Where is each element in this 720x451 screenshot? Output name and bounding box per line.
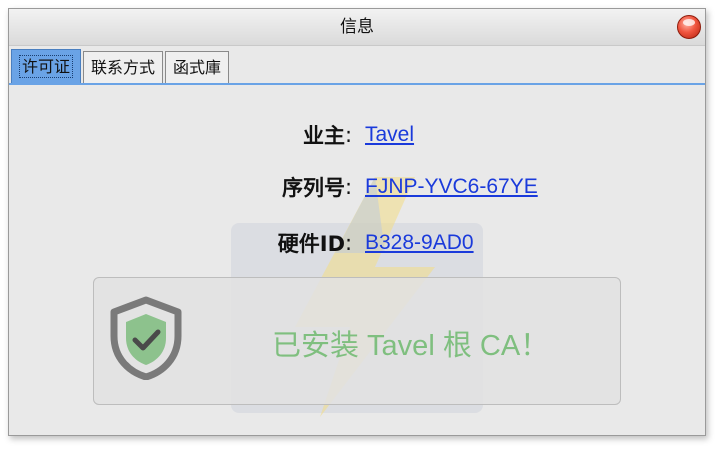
serial-label: 序列号 [282, 176, 345, 200]
serial-link[interactable]: FJNP-YVC6-67YE [365, 175, 538, 199]
close-icon [683, 19, 695, 26]
tab-license-label: 许可证 [19, 55, 74, 78]
shield-check-icon [110, 296, 182, 380]
title-bar[interactable]: 信息 [9, 9, 705, 46]
ca-installed-notice: 已安装 Tavel 根 CA！ [93, 277, 621, 405]
hardware-row: 硬件ID : B328-9AD0 [9, 223, 474, 263]
info-window: 信息 许可证 联系方式 函式庫 业主 : Tavel 序列号 : FJNP-YV… [8, 8, 706, 436]
tab-libraries[interactable]: 函式庫 [165, 51, 230, 83]
hardware-separator: : [345, 231, 353, 255]
hardware-link[interactable]: B328-9AD0 [365, 231, 474, 255]
tab-contact[interactable]: 联系方式 [83, 51, 164, 83]
owner-row: 业主 : Tavel [9, 115, 414, 155]
serial-row: 序列号 : FJNP-YVC6-67YE [9, 167, 538, 207]
owner-separator: : [345, 123, 353, 147]
close-button[interactable] [677, 15, 701, 39]
owner-label: 业主 [303, 124, 345, 148]
hardware-label: 硬件ID [277, 232, 345, 256]
owner-link[interactable]: Tavel [365, 123, 414, 147]
tab-bar: 许可证 联系方式 函式庫 [11, 49, 231, 83]
window-title: 信息 [340, 17, 374, 37]
tab-license[interactable]: 许可证 [11, 49, 82, 83]
notice-message: 已安装 Tavel 根 CA！ [272, 330, 550, 362]
serial-separator: : [345, 175, 353, 199]
